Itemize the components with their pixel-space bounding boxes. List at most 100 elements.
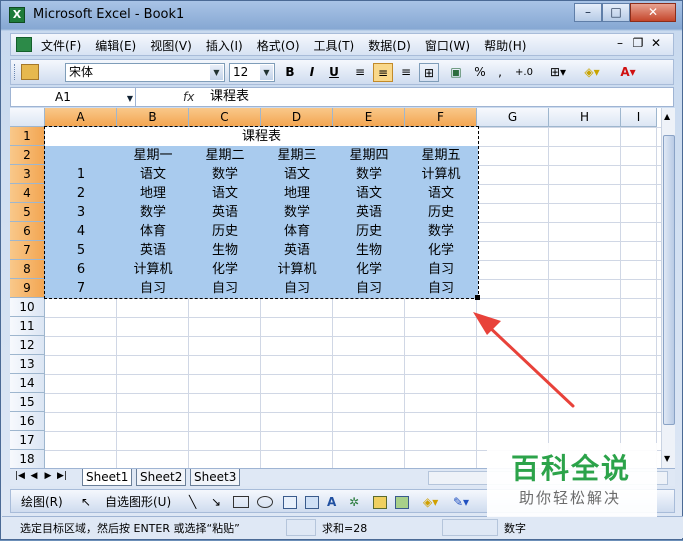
row-header-9[interactable]: 9 — [10, 279, 45, 298]
row-header-13[interactable]: 13 — [10, 355, 45, 374]
doc-close-icon[interactable]: ✕ — [647, 36, 665, 50]
row-header-2[interactable]: 2 — [10, 146, 45, 165]
menu-item-6[interactable]: 数据(D) — [368, 37, 411, 54]
line-icon[interactable]: ╲ — [189, 493, 196, 511]
underline-button[interactable]: U — [325, 63, 343, 82]
scroll-up-icon[interactable]: ▲ — [664, 112, 670, 121]
open-folder-icon[interactable] — [21, 64, 39, 80]
line-color-icon[interactable]: ✎▾ — [453, 493, 469, 511]
row-header-11[interactable]: 11 — [10, 317, 45, 336]
row-header-10[interactable]: 10 — [10, 298, 45, 317]
worksheet[interactable]: ABCDEFGHI 1 2 3 4 5 6 7 8 9 10 11 12 13 14 15 16 17 18 课程… — [10, 108, 661, 468]
menu-item-0[interactable]: 文件(F) — [41, 37, 81, 54]
column-header-h[interactable]: H — [549, 108, 621, 127]
fill-color-icon[interactable]: ◈▾ — [579, 63, 605, 82]
menu-item-3[interactable]: 插入(I) — [206, 37, 243, 54]
column-header-f[interactable]: F — [405, 108, 477, 127]
name-box[interactable]: A1 ▼ — [11, 88, 136, 106]
increase-decimal-button[interactable]: +.0 — [513, 63, 535, 82]
percent-button[interactable]: % — [471, 63, 489, 82]
status-mode: 数字 — [504, 522, 526, 535]
scroll-down-icon[interactable]: ▼ — [664, 454, 670, 463]
align-right-icon[interactable]: ≡ — [397, 63, 415, 82]
toolbar-grip[interactable] — [14, 64, 17, 80]
menu-item-7[interactable]: 窗口(W) — [425, 37, 470, 54]
arrow-icon[interactable]: ↘ — [211, 493, 221, 511]
prev-sheet-icon[interactable]: ◀ — [27, 471, 41, 481]
menu-item-5[interactable]: 工具(T) — [314, 37, 355, 54]
row-header-17[interactable]: 17 — [10, 431, 45, 450]
fill-handle[interactable] — [475, 295, 480, 300]
chevron-down-icon[interactable]: ▼ — [127, 90, 133, 108]
italic-button[interactable]: I — [303, 63, 321, 82]
diagram-icon[interactable]: ✲ — [349, 493, 359, 511]
borders-icon[interactable]: ⊞▾ — [547, 63, 569, 82]
oval-icon[interactable] — [257, 496, 273, 508]
maximize-button[interactable]: □ — [602, 3, 630, 22]
align-left-icon[interactable]: ≡ — [351, 63, 369, 82]
rectangle-icon[interactable] — [233, 496, 249, 508]
vertical-textbox-icon[interactable] — [305, 496, 319, 509]
close-button[interactable]: ✕ — [630, 3, 676, 22]
row-header-1[interactable]: 1 — [10, 127, 45, 146]
formatting-toolbar: 宋体 ▼ 12 ▼ B I U ≡ ≡ ≡ ⊞ ▣ % , +.0 ⊞▾ ◈▾ … — [10, 59, 674, 85]
formula-input[interactable]: 课程表 — [210, 88, 249, 106]
insert-function-icon[interactable]: fx — [183, 88, 203, 106]
picture-icon[interactable] — [395, 496, 409, 509]
menu-item-8[interactable]: 帮助(H) — [484, 37, 526, 54]
comma-button[interactable]: , — [493, 63, 507, 82]
sheet-tab-2[interactable]: Sheet2 — [136, 469, 187, 486]
align-center-icon[interactable]: ≡ — [373, 63, 393, 82]
vertical-scroll-thumb[interactable] — [663, 135, 675, 425]
autoshapes-menu-button[interactable]: 自选图形(U) — [105, 493, 171, 511]
merge-center-icon[interactable]: ⊞ — [419, 63, 439, 82]
last-sheet-icon[interactable]: ▶| — [55, 471, 69, 481]
column-header-e[interactable]: E — [333, 108, 405, 127]
menu-item-4[interactable]: 格式(O) — [257, 37, 300, 54]
column-header-d[interactable]: D — [261, 108, 333, 127]
column-header-i[interactable]: I — [621, 108, 657, 127]
bold-button[interactable]: B — [281, 63, 299, 82]
row-header-16[interactable]: 16 — [10, 412, 45, 431]
chevron-down-icon[interactable]: ▼ — [260, 65, 273, 80]
fill-color-draw-icon[interactable]: ◈▾ — [423, 493, 438, 511]
doc-minimize-icon[interactable]: – — [611, 36, 629, 50]
row-header-6[interactable]: 6 — [10, 222, 45, 241]
column-header-c[interactable]: C — [189, 108, 261, 127]
formula-bar: A1 ▼ fx 课程表 — [10, 87, 674, 107]
clipart-icon[interactable] — [373, 496, 387, 509]
sheet-tab-3[interactable]: Sheet3 — [190, 469, 241, 486]
row-header-5[interactable]: 5 — [10, 203, 45, 222]
doc-restore-icon[interactable]: ❐ — [629, 36, 647, 50]
row-header-4[interactable]: 4 — [10, 184, 45, 203]
watermark-title: 百科全说 — [511, 452, 632, 485]
currency-icon[interactable]: ▣ — [447, 63, 465, 82]
row-header-12[interactable]: 12 — [10, 336, 45, 355]
row-header-7[interactable]: 7 — [10, 241, 45, 260]
font-name-select[interactable]: 宋体 ▼ — [65, 63, 225, 82]
wordart-icon[interactable]: A — [327, 493, 336, 511]
row-header-14[interactable]: 14 — [10, 374, 45, 393]
menu-item-2[interactable]: 视图(V) — [150, 37, 192, 54]
draw-menu-button[interactable]: 绘图(R) — [21, 493, 63, 511]
font-size-select[interactable]: 12 ▼ — [229, 63, 275, 82]
menu-item-1[interactable]: 编辑(E) — [95, 37, 136, 54]
select-objects-icon[interactable]: ↖ — [81, 493, 91, 511]
row-header-8[interactable]: 8 — [10, 260, 45, 279]
select-all-corner[interactable] — [10, 108, 45, 127]
row-header-15[interactable]: 15 — [10, 393, 45, 412]
first-sheet-icon[interactable]: |◀ — [13, 471, 27, 481]
chevron-down-icon[interactable]: ▼ — [210, 65, 223, 80]
column-header-a[interactable]: A — [45, 108, 117, 127]
column-header-b[interactable]: B — [117, 108, 189, 127]
row-header-18[interactable]: 18 — [10, 450, 45, 468]
sheet-tab-1[interactable]: Sheet1 — [82, 469, 133, 486]
textbox-icon[interactable] — [283, 496, 297, 509]
column-header-g[interactable]: G — [477, 108, 549, 127]
next-sheet-icon[interactable]: ▶ — [41, 471, 55, 481]
font-color-icon[interactable]: A▾ — [615, 63, 641, 82]
row-header-3[interactable]: 3 — [10, 165, 45, 184]
minimize-button[interactable]: – — [574, 3, 602, 22]
workbook-icon[interactable] — [16, 37, 32, 52]
vertical-scrollbar[interactable]: ▲ ▼ — [661, 108, 675, 468]
